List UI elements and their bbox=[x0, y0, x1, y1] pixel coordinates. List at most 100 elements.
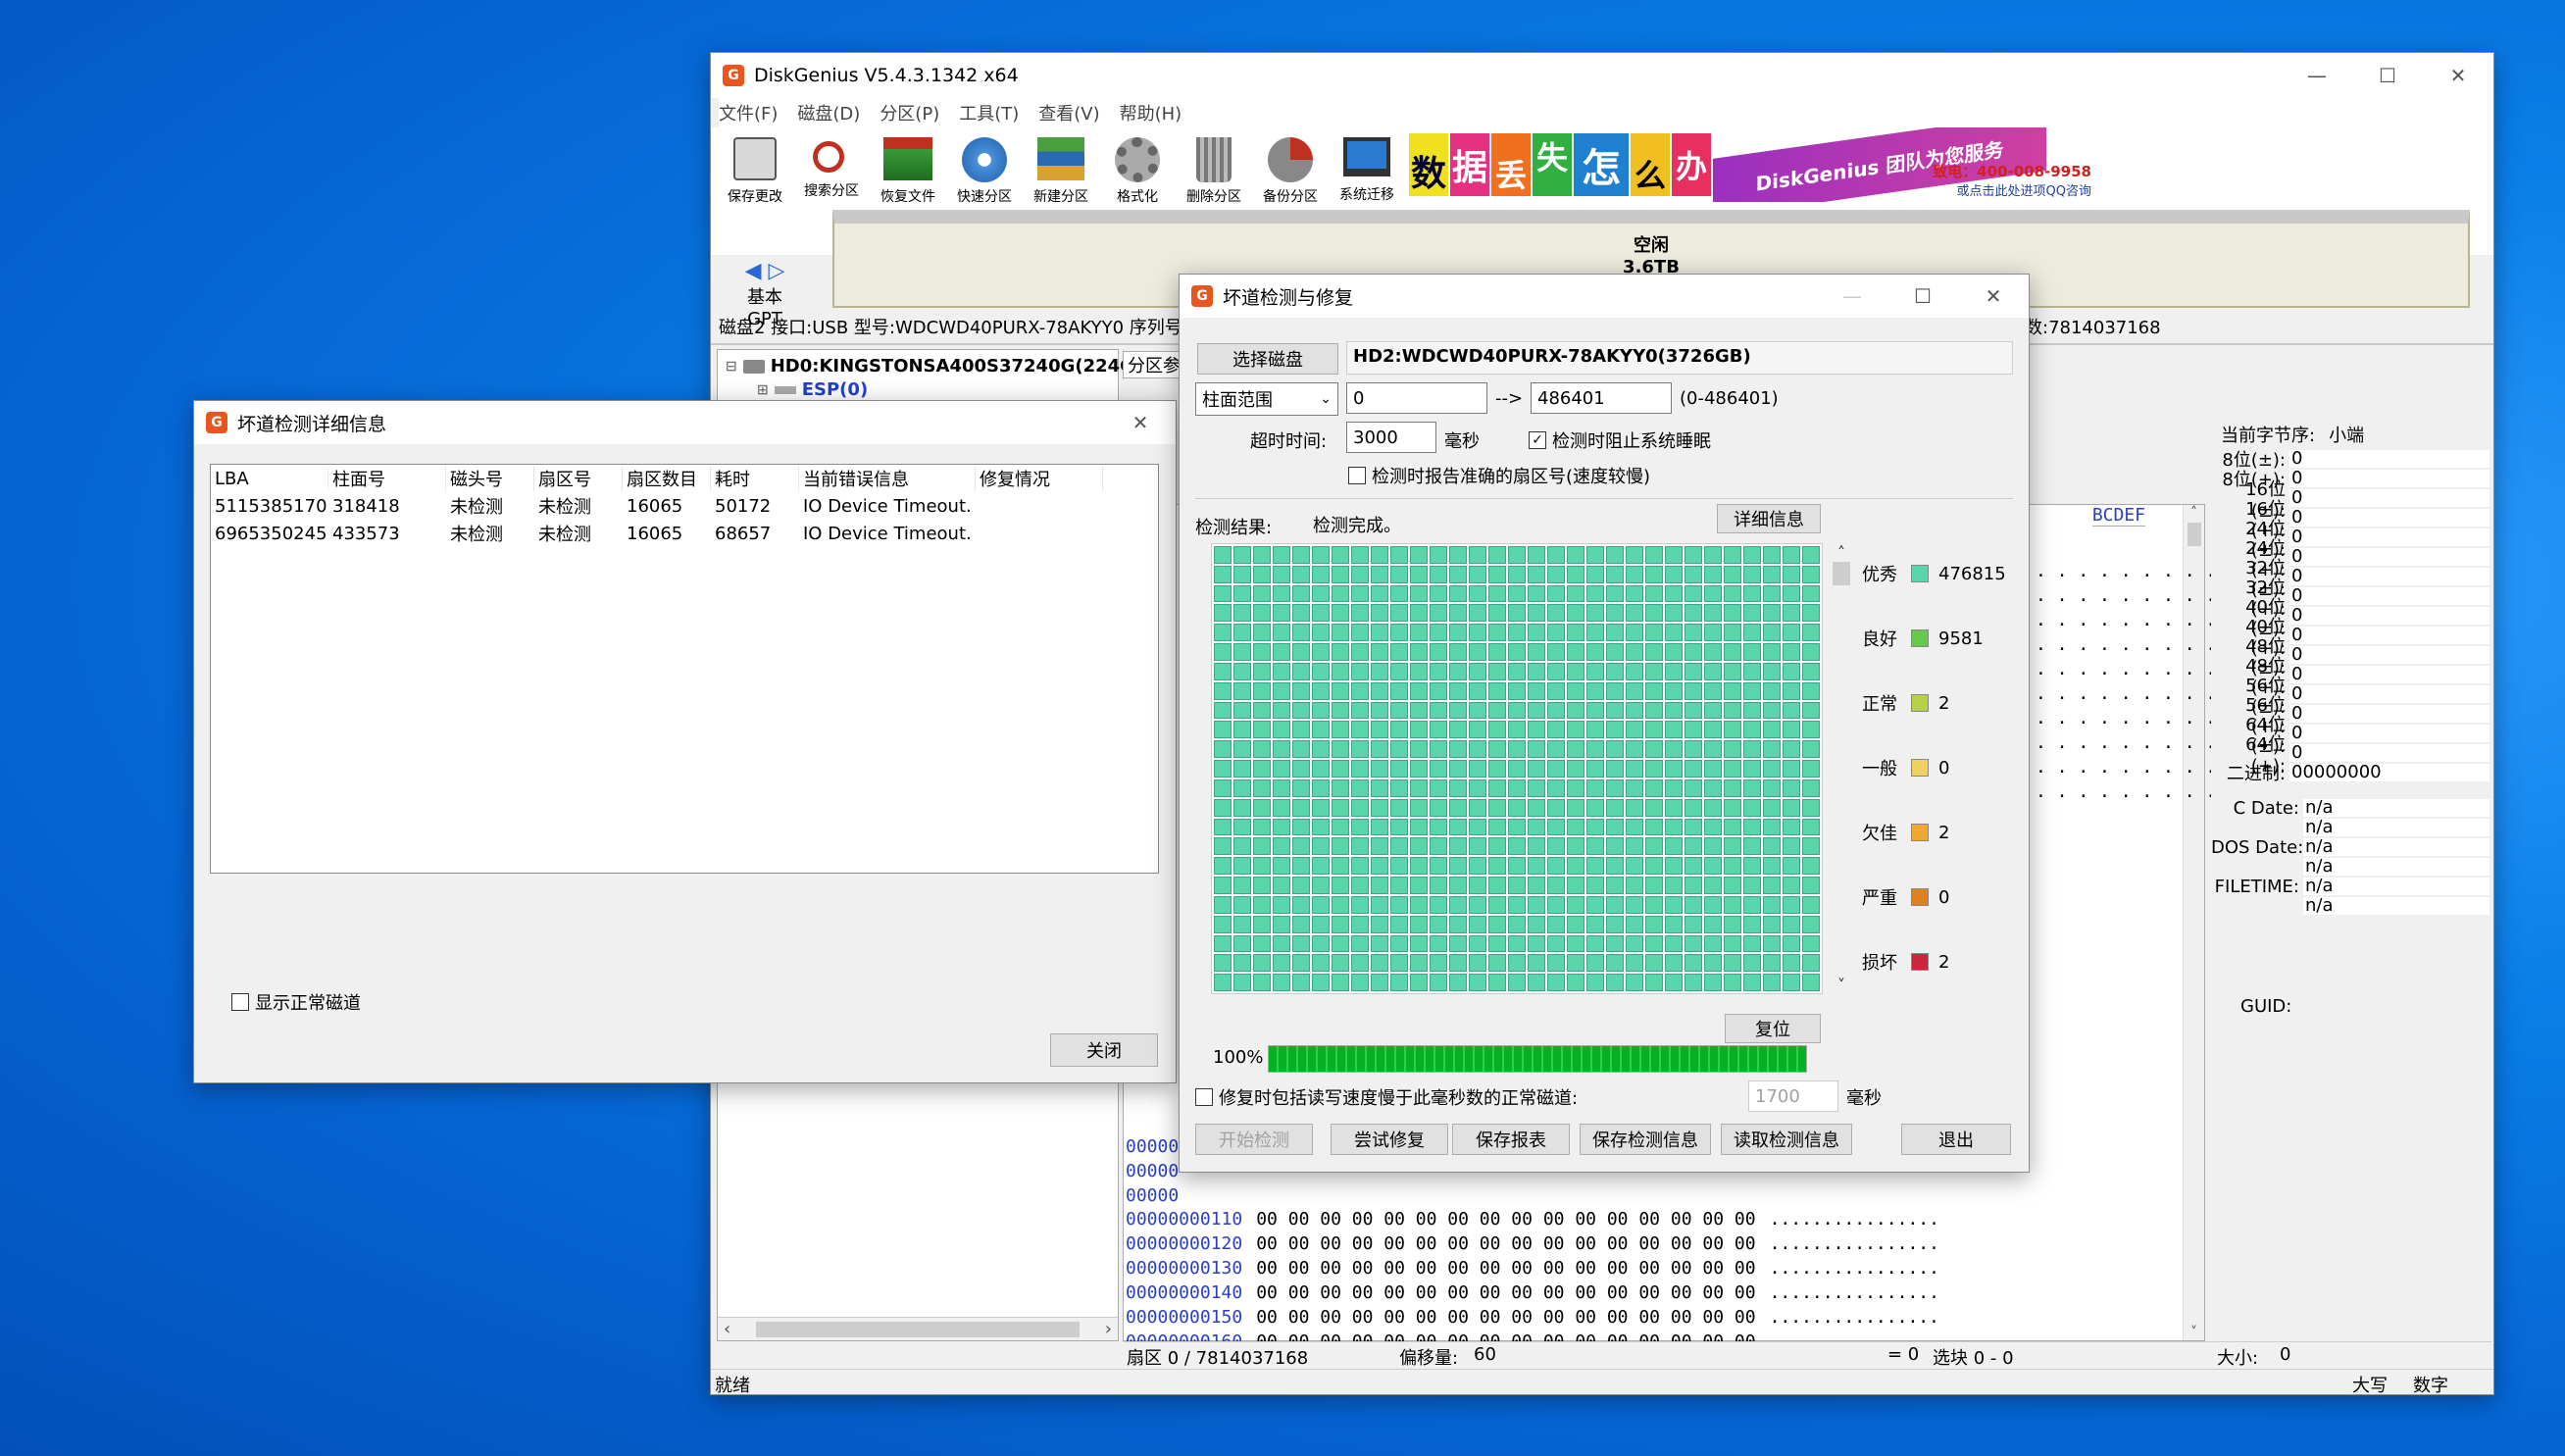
scan-block[interactable] bbox=[1528, 546, 1545, 564]
scan-block[interactable] bbox=[1586, 837, 1604, 856]
scan-block[interactable] bbox=[1273, 857, 1290, 876]
slow-ms-input[interactable]: 1700 bbox=[1748, 1080, 1838, 1112]
scan-block[interactable] bbox=[1253, 895, 1271, 914]
scan-block[interactable] bbox=[1626, 857, 1643, 876]
scan-block[interactable] bbox=[1586, 681, 1604, 700]
side-field-value[interactable]: 0 bbox=[2289, 587, 2490, 605]
scan-block[interactable] bbox=[1783, 740, 1800, 759]
scan-block[interactable] bbox=[1606, 760, 1624, 778]
scan-block[interactable] bbox=[1410, 740, 1428, 759]
scan-block[interactable] bbox=[1371, 740, 1388, 759]
scan-block[interactable] bbox=[1214, 954, 1232, 973]
side-date-value[interactable]: n/a bbox=[2303, 858, 2490, 876]
scan-block[interactable] bbox=[1233, 915, 1251, 933]
scan-block[interactable] bbox=[1449, 778, 1467, 797]
scan-block[interactable] bbox=[1508, 818, 1526, 836]
detail-column-header[interactable]: 修复情况 bbox=[976, 466, 1103, 491]
scan-block[interactable] bbox=[1488, 740, 1506, 759]
scan-block[interactable] bbox=[1567, 857, 1584, 876]
scan-block[interactable] bbox=[1743, 857, 1761, 876]
scan-block[interactable] bbox=[1665, 662, 1683, 680]
scan-block[interactable] bbox=[1273, 954, 1290, 973]
scan-block[interactable] bbox=[1665, 778, 1683, 797]
scan-block[interactable] bbox=[1508, 934, 1526, 953]
scan-block[interactable] bbox=[1371, 934, 1388, 953]
scan-block[interactable] bbox=[1430, 701, 1447, 720]
scan-block[interactable] bbox=[1665, 740, 1683, 759]
scan-block[interactable] bbox=[1488, 877, 1506, 894]
scan-block[interactable] bbox=[1233, 721, 1251, 739]
scan-block[interactable] bbox=[1469, 701, 1486, 720]
scan-block[interactable] bbox=[1253, 798, 1271, 817]
scroll-right-icon[interactable]: › bbox=[1105, 1319, 1112, 1339]
maximize-icon[interactable]: ☐ bbox=[2352, 53, 2423, 98]
range-start-input[interactable]: 0 bbox=[1346, 382, 1487, 414]
scan-block[interactable] bbox=[1469, 721, 1486, 739]
scan-block[interactable] bbox=[1802, 546, 1820, 564]
scan-block[interactable] bbox=[1410, 954, 1428, 973]
scan-block[interactable] bbox=[1233, 681, 1251, 700]
scan-block[interactable] bbox=[1763, 643, 1781, 661]
scan-block[interactable] bbox=[1665, 895, 1683, 914]
scan-block[interactable] bbox=[1410, 681, 1428, 700]
details-button[interactable]: 详细信息 bbox=[1717, 504, 1821, 533]
scan-block[interactable] bbox=[1665, 974, 1683, 991]
scan-block[interactable] bbox=[1214, 837, 1232, 856]
scan-block[interactable] bbox=[1685, 895, 1702, 914]
scan-block[interactable] bbox=[1743, 624, 1761, 642]
scan-block[interactable] bbox=[1390, 662, 1408, 680]
scan-block[interactable] bbox=[1802, 954, 1820, 973]
scan-block[interactable] bbox=[1743, 546, 1761, 564]
scan-block[interactable] bbox=[1547, 818, 1565, 836]
scan-block[interactable] bbox=[1645, 721, 1663, 739]
scan-block[interactable] bbox=[1547, 701, 1565, 720]
checkbox-box[interactable] bbox=[1348, 467, 1366, 484]
scan-block[interactable] bbox=[1567, 818, 1584, 836]
toolbar-save-button[interactable]: 保存更改 bbox=[717, 127, 793, 255]
scan-block[interactable] bbox=[1802, 604, 1820, 623]
scan-block[interactable] bbox=[1704, 798, 1722, 817]
scan-block[interactable] bbox=[1802, 721, 1820, 739]
scan-block[interactable] bbox=[1430, 662, 1447, 680]
scan-block[interactable] bbox=[1449, 701, 1467, 720]
scan-block[interactable] bbox=[1567, 895, 1584, 914]
scan-block[interactable] bbox=[1371, 546, 1388, 564]
scan-block[interactable] bbox=[1606, 701, 1624, 720]
scan-block[interactable] bbox=[1606, 624, 1624, 642]
scan-block[interactable] bbox=[1606, 837, 1624, 856]
scan-block[interactable] bbox=[1469, 565, 1486, 583]
scan-block[interactable] bbox=[1763, 740, 1781, 759]
scan-block[interactable] bbox=[1763, 798, 1781, 817]
scan-block[interactable] bbox=[1351, 837, 1369, 856]
scan-block[interactable] bbox=[1292, 895, 1310, 914]
scan-block[interactable] bbox=[1488, 760, 1506, 778]
range-end-input[interactable]: 486401 bbox=[1531, 382, 1672, 414]
scan-block[interactable] bbox=[1665, 760, 1683, 778]
scan-block[interactable] bbox=[1763, 721, 1781, 739]
scan-block[interactable] bbox=[1783, 798, 1800, 817]
scroll-down-icon[interactable]: ˅ bbox=[1831, 976, 1852, 994]
scan-block[interactable] bbox=[1273, 895, 1290, 914]
scan-block[interactable] bbox=[1783, 895, 1800, 914]
scan-block[interactable] bbox=[1351, 877, 1369, 894]
menu-help[interactable]: 帮助(H) bbox=[1120, 100, 1182, 126]
scan-block[interactable] bbox=[1645, 954, 1663, 973]
scan-block[interactable] bbox=[1233, 624, 1251, 642]
scan-block[interactable] bbox=[1371, 954, 1388, 973]
scan-block[interactable] bbox=[1724, 895, 1741, 914]
ad-banner[interactable]: 数 据 丢 失 怎 么 办 DiskGenius 团队为您服务 致电：400-0… bbox=[1409, 127, 2095, 202]
maximize-icon[interactable]: ☐ bbox=[1887, 275, 1958, 318]
scan-block[interactable] bbox=[1233, 895, 1251, 914]
scan-block[interactable] bbox=[1332, 565, 1349, 583]
scan-block[interactable] bbox=[1802, 818, 1820, 836]
scan-block[interactable] bbox=[1528, 740, 1545, 759]
scan-block[interactable] bbox=[1724, 837, 1741, 856]
scan-block[interactable] bbox=[1430, 604, 1447, 623]
scan-block[interactable] bbox=[1626, 681, 1643, 700]
scan-block[interactable] bbox=[1292, 624, 1310, 642]
scan-block[interactable] bbox=[1233, 760, 1251, 778]
scan-block[interactable] bbox=[1214, 604, 1232, 623]
scan-block[interactable] bbox=[1606, 934, 1624, 953]
scan-block[interactable] bbox=[1567, 934, 1584, 953]
scan-block[interactable] bbox=[1253, 546, 1271, 564]
